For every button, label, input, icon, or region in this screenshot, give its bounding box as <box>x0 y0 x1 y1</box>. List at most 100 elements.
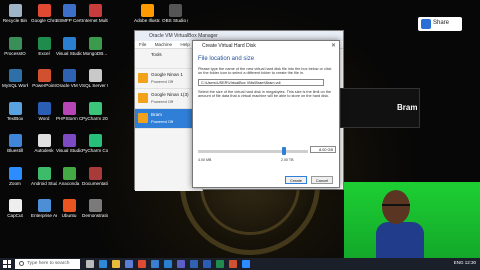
desktop-icon-label: Demonstration Shell <box>82 213 108 218</box>
desktop-icon-label: Enterprise Architect <box>31 213 57 218</box>
desktop-icon[interactable]: Anaconda <box>56 166 82 193</box>
desktop-icon[interactable]: MongoDB... <box>82 36 108 63</box>
cloud-icon <box>421 19 431 29</box>
desktop-icon[interactable]: Visual Studio Prof... <box>56 134 82 160</box>
desktop-icon[interactable]: Documentation <box>82 166 108 193</box>
task-view-icon[interactable] <box>86 260 94 268</box>
excel-icon[interactable] <box>216 260 224 268</box>
app-icon <box>88 4 102 17</box>
app-icon <box>37 36 51 50</box>
size-input[interactable]: 8.00 GB <box>310 146 336 153</box>
desktop-icon-label: MongoDB... <box>82 50 108 56</box>
windows-start-icon[interactable] <box>3 260 11 268</box>
create-virtual-hard-disk-dialog[interactable]: Create Virtual Hard Disk ✕ File location… <box>192 40 340 188</box>
desktop-icon-label: Visual Studio Prof... <box>56 148 82 153</box>
presenter-body <box>376 222 424 258</box>
file-explorer-icon[interactable] <box>112 260 120 268</box>
vm-name: Google Ninan 1(3) <box>151 92 189 97</box>
file-location-input[interactable]: C:\Users\USER\VirtualBox VMs\Bram\Bram.v… <box>198 78 324 86</box>
powerpoint-icon[interactable] <box>229 260 237 268</box>
share-button[interactable]: Share <box>418 17 462 31</box>
vm-name: Bram <box>151 112 162 117</box>
app-icon <box>37 199 51 212</box>
desktop-icon[interactable]: TextBox <box>2 101 28 128</box>
app-icon <box>8 166 22 180</box>
app-icon <box>62 199 76 212</box>
app-icon <box>62 69 76 82</box>
size-max-label: 2.00 TB <box>281 158 294 162</box>
app-icon <box>8 134 22 147</box>
desktop-icon[interactable]: Internet Multimedia <box>82 4 108 30</box>
glasses-icon <box>382 204 410 208</box>
desktop-icon[interactable]: Adobe Illustrat... <box>134 4 160 30</box>
app-icon <box>88 101 102 115</box>
desktop-icon[interactable]: PyCharm 2024.1.4 <box>82 101 108 128</box>
zoom-icon[interactable] <box>242 260 250 268</box>
desktop-icon[interactable]: MySQL Workbench <box>2 69 28 95</box>
taskbar-search[interactable]: Type here to search <box>15 259 80 269</box>
app-icon <box>8 199 22 212</box>
store-icon[interactable] <box>125 260 133 268</box>
desktop-icon[interactable]: Visual Studio Code <box>56 36 82 63</box>
vm-state: Powered Off <box>151 99 174 104</box>
share-button-label: Share <box>433 20 450 26</box>
search-placeholder: Type here to search <box>27 261 70 266</box>
app-icon <box>88 134 102 147</box>
app-icon <box>8 69 22 82</box>
desktop-icon-label: Android Studio <box>31 180 57 186</box>
desktop-icon-label: MySQL Workbench <box>2 83 28 88</box>
desktop-icon[interactable]: SSMFP Certi... <box>56 4 82 30</box>
app-icon <box>37 69 51 82</box>
app-icon <box>168 4 182 17</box>
desktop-icon-label: Anaconda <box>58 180 80 186</box>
teams-icon[interactable] <box>177 260 185 268</box>
desktop-icon[interactable]: Enterprise Architect <box>31 199 57 225</box>
desktop-icon[interactable]: Recycle Bin <box>2 4 28 30</box>
dialog-titlebar: Create Virtual Hard Disk ✕ <box>193 41 339 51</box>
vm-icon <box>138 73 148 83</box>
desktop-icon[interactable]: OBS Studio (64bit) <box>162 4 188 30</box>
vm-state: Powered Off <box>151 119 174 124</box>
desktop-icon[interactable]: Demonstration Shell <box>82 199 108 225</box>
desktop-icon-label: Ubuntu <box>61 213 77 218</box>
desktop-icon[interactable]: Excel <box>31 36 57 63</box>
desktop-icon[interactable]: Word <box>31 101 57 128</box>
desktop-icon[interactable]: Android Studio <box>31 166 57 193</box>
close-icon[interactable]: ✕ <box>331 42 336 49</box>
app-icon <box>8 101 22 115</box>
desktop-icon-label: Visual Studio Code <box>56 50 82 56</box>
menu-help[interactable]: Help <box>180 42 189 47</box>
menu-machine[interactable]: Machine <box>155 42 172 47</box>
desktop-icon[interactable]: Autodesk <box>31 134 57 160</box>
virtualbox-icon[interactable] <box>190 260 198 268</box>
desktop-icon[interactable]: PyCharm Commun... <box>82 134 108 160</box>
desktop-icon-label: PowerPoint <box>32 83 56 88</box>
dialog-heading: File location and size <box>198 56 255 62</box>
desktop-icon[interactable]: CapCut <box>2 199 28 225</box>
edge-icon[interactable] <box>99 260 107 268</box>
mail-icon[interactable] <box>151 260 159 268</box>
vm-preview: Bram <box>340 88 420 128</box>
desktop-icon[interactable]: Ubuntu <box>56 199 82 225</box>
desktop-icon[interactable]: Zoom <box>2 166 28 193</box>
app-icon <box>8 4 22 17</box>
desktop-icon[interactable]: Bluestill <box>2 134 28 160</box>
vscode-icon[interactable] <box>164 260 172 268</box>
app-icon <box>37 134 51 147</box>
desktop-icon[interactable]: SQL Server Manage... <box>82 69 108 95</box>
size-slider-thumb[interactable] <box>281 147 286 155</box>
create-button[interactable]: Create <box>285 176 307 184</box>
desktop-icon[interactable]: PowerPoint <box>31 69 57 95</box>
desktop-icon[interactable]: ProcessIO <box>2 36 28 63</box>
desktop-icon[interactable]: Google Chrome <box>31 4 57 30</box>
size-slider-track[interactable] <box>198 150 308 153</box>
vm-state: Powered Off <box>151 79 174 84</box>
chrome-icon[interactable] <box>138 260 146 268</box>
desktop-icon[interactable]: Oracle VM VirtualBox <box>56 69 82 95</box>
app-icon <box>62 36 76 50</box>
word-icon[interactable] <box>203 260 211 268</box>
menu-file[interactable]: File <box>139 42 146 47</box>
cancel-button[interactable]: Cancel <box>311 176 333 184</box>
desktop-icon-label: Zoom <box>9 180 21 186</box>
desktop-icon[interactable]: PHPStorm Classic <box>56 101 82 128</box>
